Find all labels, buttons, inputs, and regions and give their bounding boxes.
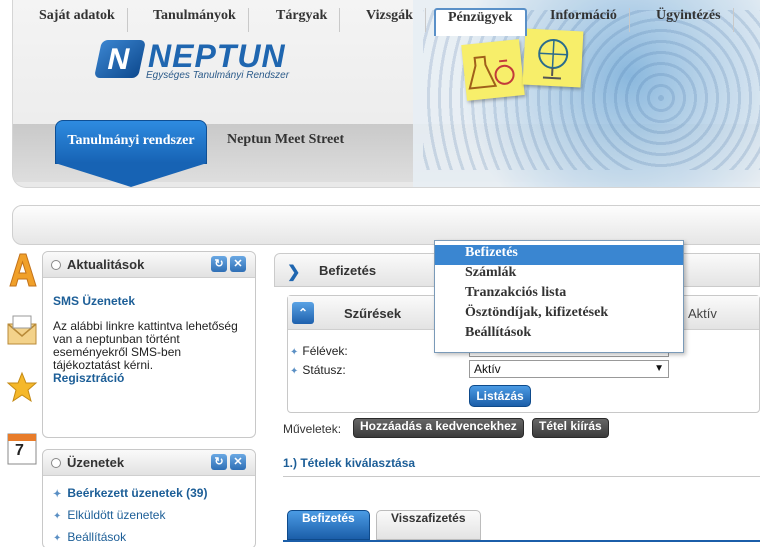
status-label: Státusz: — [290, 363, 345, 377]
close-icon[interactable]: ✕ — [230, 454, 246, 470]
registration-link[interactable]: Regisztráció — [53, 372, 243, 385]
sent-messages-link[interactable]: Elküldött üzenetek — [53, 508, 165, 522]
neptun-logo[interactable]: NEPTUN Egységes Tanulmányi Rendszer — [93, 38, 298, 82]
message-settings-link[interactable]: Beállítások — [53, 530, 126, 544]
panel-bullet-icon — [51, 458, 61, 468]
menu-item-tranzakcios-lista[interactable]: Tranzakciós lista — [435, 285, 683, 305]
calendar-icon[interactable]: 7 — [6, 430, 38, 466]
dropdown-arrow-icon: ▼ — [654, 363, 664, 374]
a-icon[interactable] — [6, 252, 38, 288]
uzenetek-header: Üzenetek ↻ ✕ — [43, 450, 255, 476]
operations-label: Műveletek: — [283, 422, 342, 436]
tab-visszafizetes[interactable]: Visszafizetés — [376, 510, 481, 540]
filter-status-summary: Aktív — [688, 306, 717, 321]
nav-ugyintezes[interactable]: Ügyintézés — [644, 8, 734, 32]
section-title: 1.) Tételek kiválasztása — [283, 456, 416, 470]
nav-tanulmanyok[interactable]: Tanulmányok — [141, 8, 249, 32]
sms-uzenetek-title: SMS Üzenetek — [53, 294, 136, 308]
refresh-icon[interactable]: ↻ — [211, 454, 227, 470]
close-icon[interactable]: ✕ — [230, 256, 246, 272]
menu-item-befizetes[interactable]: Befizetés — [435, 245, 683, 265]
nav-sajat-adatok[interactable]: Saját adatok — [27, 8, 128, 32]
collapse-icon[interactable]: ⌃ — [292, 302, 314, 324]
menu-item-beallitasok[interactable]: Beállítások — [435, 325, 683, 345]
nav-vizsgak[interactable]: Vizsgák — [354, 8, 426, 32]
semester-label: Félévek: — [290, 344, 347, 358]
uzenetek-title: Üzenetek — [67, 455, 125, 470]
page-title: Befizetés — [319, 263, 377, 278]
print-item-button[interactable]: Tétel kiírás — [532, 418, 609, 438]
list-button[interactable]: Listázás — [469, 385, 531, 407]
tab-befizetes[interactable]: Befizetés — [287, 510, 370, 540]
sms-description: Az alábbi linkre kattintva lehetőség van… — [53, 319, 238, 372]
refresh-icon[interactable]: ↻ — [211, 256, 227, 272]
nav-informacio[interactable]: Információ — [538, 8, 630, 32]
uzenetek-panel: Üzenetek ↻ ✕ Beérkezett üzenetek (39) El… — [42, 449, 256, 547]
tanulmanyi-rendszer-tab[interactable]: Tanulmányi rendszer — [55, 120, 207, 190]
system-tab-label: Tanulmányi rendszer — [67, 133, 195, 148]
neptun-logo-mark — [93, 40, 147, 78]
status-value: Aktív — [474, 362, 501, 376]
aktualitasok-title: Aktualitások — [67, 257, 145, 272]
panel-bullet-icon — [51, 260, 61, 270]
meet-street-link[interactable]: Neptun Meet Street — [227, 132, 344, 148]
nav-penzugyek[interactable]: Pénzügyek — [434, 8, 527, 36]
aktualitasok-header: Aktualitások ↻ ✕ — [43, 252, 255, 278]
sticky-note-globe-icon — [522, 28, 584, 88]
aktualitasok-panel: Aktualitások ↻ ✕ SMS Üzenetek Az alábbi … — [42, 251, 256, 438]
menu-item-szamlak[interactable]: Számlák — [435, 265, 683, 285]
calendar-number: 7 — [15, 442, 24, 459]
filter-title: Szűrések — [344, 306, 402, 321]
star-icon[interactable] — [6, 370, 38, 406]
logo-subtitle: Egységes Tanulmányi Rendszer — [146, 70, 290, 81]
nav-targyak[interactable]: Tárgyak — [264, 8, 341, 32]
envelope-icon[interactable] — [6, 312, 38, 348]
sms-text: Az alábbi linkre kattintva lehetőség van… — [53, 320, 243, 385]
penzugyek-dropdown: Befizetés Számlák Tranzakciós lista Öszt… — [434, 240, 684, 353]
tab-underline — [283, 540, 760, 542]
section-divider — [283, 476, 760, 477]
sticky-note-chemistry-icon — [461, 39, 525, 101]
inbox-link[interactable]: Beérkezett üzenetek (39) — [53, 486, 207, 500]
main-nav — [12, 205, 760, 245]
status-select[interactable]: Aktív ▼ — [469, 360, 669, 378]
chevron-right-icon: ❯ — [287, 264, 301, 281]
menu-item-osztondijak[interactable]: Ösztöndíjak, kifizetések — [435, 305, 683, 325]
add-favorites-button[interactable]: Hozzáadás a kedvencekhez — [353, 418, 524, 438]
